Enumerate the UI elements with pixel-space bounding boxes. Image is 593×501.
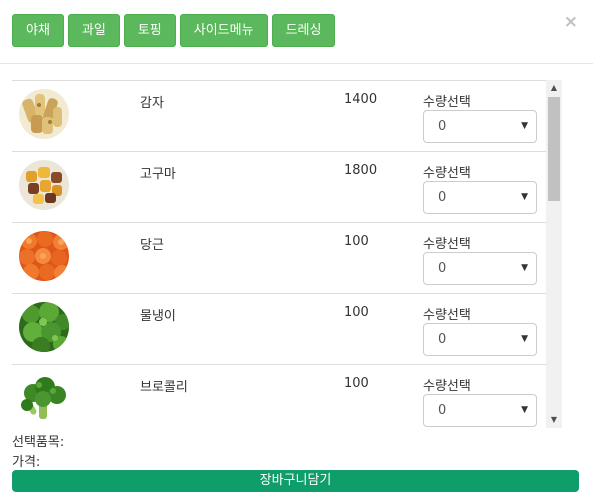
qty-label: 수량선택 — [423, 237, 471, 252]
qty-value: 0 — [438, 332, 447, 347]
tab-toppings[interactable]: 토핑 — [123, 14, 176, 47]
product-row: 고구마 1800 수량선택 0 ▼ — [12, 152, 546, 223]
product-price: 100 — [344, 234, 369, 249]
product-name: 감자 — [140, 96, 164, 111]
product-name: 고구마 — [140, 167, 176, 182]
tab-side-menu[interactable]: 사이드메뉴 — [179, 14, 268, 47]
qty-value: 0 — [438, 403, 447, 418]
product-name: 물냉이 — [140, 309, 176, 324]
dropdown-caret-icon: ▼ — [521, 405, 528, 415]
qty-select[interactable]: 0 ▼ — [423, 110, 537, 143]
tab-dressing[interactable]: 드레싱 — [271, 14, 336, 47]
tab-vegetables[interactable]: 야채 — [12, 14, 64, 47]
dropdown-caret-icon: ▼ — [521, 121, 528, 131]
dropdown-caret-icon: ▼ — [521, 263, 528, 273]
selected-items-label: 선택품목: — [12, 435, 65, 450]
potato-image — [19, 89, 69, 139]
scrollbar-thumb[interactable] — [548, 97, 560, 201]
qty-label: 수량선택 — [423, 166, 471, 181]
product-name: 브로콜리 — [140, 380, 188, 395]
total-price-label: 가격: — [12, 455, 41, 470]
qty-value: 0 — [438, 261, 447, 276]
product-row: 물냉이 100 수량선택 0 ▼ — [12, 294, 546, 365]
qty-select[interactable]: 0 ▼ — [423, 394, 537, 427]
product-row: 감자 1400 수량선택 0 ▼ — [12, 81, 546, 152]
add-to-cart-button[interactable]: 장바구니담기 — [12, 470, 579, 492]
dropdown-caret-icon: ▼ — [521, 192, 528, 202]
dropdown-caret-icon: ▼ — [521, 334, 528, 344]
qty-label: 수량선택 — [423, 379, 471, 394]
qty-select[interactable]: 0 ▼ — [423, 252, 537, 285]
list-scrollbar[interactable]: ▲ ▼ — [546, 80, 562, 428]
qty-select[interactable]: 0 ▼ — [423, 323, 537, 356]
broccoli-image — [19, 373, 69, 423]
watercress-image — [19, 302, 69, 352]
tab-fruits[interactable]: 과일 — [67, 14, 120, 47]
product-price: 1400 — [344, 92, 378, 107]
product-row: 브로콜리 100 수량선택 0 ▼ — [12, 365, 546, 428]
product-name: 당근 — [140, 238, 164, 253]
qty-label: 수량선택 — [423, 308, 471, 323]
product-list: 감자 1400 수량선택 0 ▼ 고구마 1800 수량선택 0 ▼ 당근 10… — [12, 80, 562, 428]
qty-value: 0 — [438, 190, 447, 205]
scroll-down-arrow-icon[interactable]: ▼ — [546, 412, 562, 428]
category-tabs: 야채 과일 토핑 사이드메뉴 드레싱 — [12, 14, 336, 47]
qty-select[interactable]: 0 ▼ — [423, 181, 537, 214]
product-modal: 야채 과일 토핑 사이드메뉴 드레싱 × 감자 1400 수량선택 0 ▼ 고구… — [0, 0, 593, 501]
qty-value: 0 — [438, 119, 447, 134]
product-price: 100 — [344, 376, 369, 391]
modal-header: 야채 과일 토핑 사이드메뉴 드레싱 × — [0, 0, 593, 64]
carrot-image — [19, 231, 69, 281]
product-row: 당근 100 수량선택 0 ▼ — [12, 223, 546, 294]
product-price: 100 — [344, 305, 369, 320]
qty-label: 수량선택 — [423, 95, 471, 110]
product-price: 1800 — [344, 163, 378, 178]
close-icon[interactable]: × — [564, 12, 578, 32]
scroll-up-arrow-icon[interactable]: ▲ — [546, 80, 562, 96]
sweet-potato-image — [19, 160, 69, 210]
